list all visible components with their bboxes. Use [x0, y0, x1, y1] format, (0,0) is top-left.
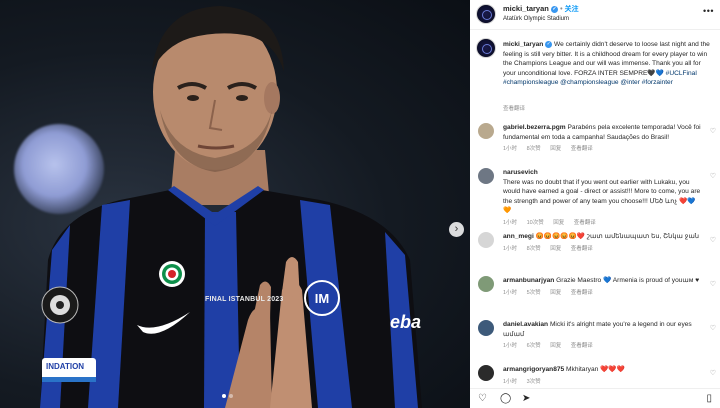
caption-avatar[interactable]	[476, 38, 496, 58]
commenter-username[interactable]: armangrigoryan875	[503, 366, 564, 373]
comment-reply-button[interactable]: 回复	[550, 246, 561, 252]
comment-icon[interactable]: ◯	[500, 393, 511, 404]
kit-final-text: FINAL ISTANBUL 2023	[205, 296, 284, 303]
comment-reply-button[interactable]: 回复	[550, 290, 561, 296]
comment-meta: 1小时 5次赞 回复 查看翻译	[503, 289, 703, 299]
comment-body: gabriel.bezerra.pgm Parabéns pela excele…	[503, 123, 703, 155]
comment-emoji: 💙	[603, 277, 612, 284]
pagination-dot-active	[222, 394, 226, 398]
follow-button[interactable]: 关注	[565, 6, 579, 13]
sponsor-text: eba	[390, 312, 422, 332]
comment-time: 1小时	[503, 289, 518, 296]
commenter-username[interactable]: armanbunarjyan	[503, 277, 554, 284]
comment-text: Grazie Maestro	[556, 277, 602, 284]
comment-meta: 1小时 10次赞 回复 查看翻译	[503, 219, 703, 229]
commenter-username[interactable]: ann_megi	[503, 233, 534, 240]
post-photo[interactable]: IM FINAL ISTANBUL 2023 eba INDATION ›	[0, 0, 470, 408]
comment-body: narusevich There was no doubt that if yo…	[503, 168, 703, 229]
comment-reply-button[interactable]: 回复	[550, 343, 561, 349]
author-avatar[interactable]	[476, 4, 496, 24]
comment-like-heart-icon[interactable]: ♡	[710, 172, 716, 180]
commenter-username[interactable]: narusevich	[503, 169, 538, 176]
commenter-avatar[interactable]	[478, 168, 494, 184]
caption-emoji: 🖤💙	[647, 69, 664, 77]
comment-text: There was no doubt that if you went out …	[503, 178, 701, 205]
post-header: micki_taryan ✓ • 关注 Atatürk Olympic Stad…	[470, 0, 720, 30]
comment-text-2: Armenia is proud of youաм	[612, 277, 694, 284]
commenter-avatar[interactable]	[478, 123, 494, 139]
comment-likes[interactable]: 3次赞	[527, 379, 541, 385]
photo-pagination-dots	[222, 394, 233, 398]
pagination-dot	[229, 394, 233, 398]
svg-text:IM: IM	[315, 291, 329, 306]
commenter-avatar[interactable]	[478, 365, 494, 381]
comment-text: 😡😡😡😡😡❤️ շատ ամենապատ ես, Շնկա ջան	[535, 233, 700, 240]
comment-like-heart-icon[interactable]: ♡	[710, 369, 716, 377]
comment-text-line: There was no doubt that if you went out …	[503, 178, 703, 216]
bookmark-icon[interactable]: ▯	[706, 393, 712, 404]
comment-emoji: ❤️❤️❤️	[600, 366, 625, 373]
comment-translate-link[interactable]: 查看翻译	[571, 343, 593, 349]
comment-meta: 1小时 8次赞 回复 查看翻译	[503, 245, 703, 255]
commenter-avatar[interactable]	[478, 276, 494, 292]
author-username[interactable]: micki_taryan	[503, 4, 549, 13]
comment-translate-link[interactable]: 查看翻译	[571, 246, 593, 252]
post-location[interactable]: Atatürk Olympic Stadium	[503, 16, 569, 22]
comment-likes[interactable]: 6次赞	[527, 343, 541, 349]
player-illustration: IM	[40, 6, 422, 408]
comment-translate-link[interactable]: 查看翻译	[571, 146, 593, 152]
comment-likes[interactable]: 8次赞	[527, 146, 541, 152]
comment-meta: 1小时 8次赞 回复 查看翻译	[503, 145, 703, 155]
next-photo-button[interactable]: ›	[449, 222, 464, 237]
comment-like-heart-icon[interactable]: ♡	[710, 236, 716, 244]
comment-body: armangrigoryan875 Mkhitaryan ❤️❤️❤️ 1小时 …	[503, 365, 703, 387]
comment-time: 1小时	[503, 245, 518, 252]
comment-reply-button[interactable]: 回复	[553, 220, 564, 226]
verified-badge-icon: ✓	[545, 40, 553, 48]
caption-username[interactable]: micki_taryan	[503, 41, 543, 48]
comment-body: armanbunarjyan Grazie Maestro 💙 Armenia …	[503, 276, 703, 298]
comment-meta: 1小时 3次赞	[503, 378, 703, 388]
comment-likes[interactable]: 5次赞	[527, 290, 541, 296]
comment-like-heart-icon[interactable]: ♡	[710, 280, 716, 288]
post-action-bar: ♡ ◯ ➤ ▯	[470, 388, 720, 408]
post-side-panel: micki_taryan ✓ • 关注 Atatürk Olympic Stad…	[470, 0, 720, 408]
comment-translate-link[interactable]: 查看翻译	[574, 220, 596, 226]
comment-time: 1小时	[503, 343, 518, 350]
comment-body: ann_megi 😡😡😡😡😡❤️ շատ ամենապատ ես, Շնկա ջ…	[503, 232, 703, 254]
comment-like-heart-icon[interactable]: ♡	[710, 127, 716, 135]
verified-badge-icon: ✓	[550, 5, 558, 13]
comment-translate-link[interactable]: 查看翻译	[571, 290, 593, 296]
heart-icon[interactable]: ♡	[478, 393, 487, 404]
comment-likes[interactable]: 10次赞	[527, 220, 544, 226]
comment-likes[interactable]: 8次赞	[527, 246, 541, 252]
comment-text: Mkhitaryan	[566, 366, 599, 373]
comment-like-heart-icon[interactable]: ♡	[710, 324, 716, 332]
more-options-icon[interactable]: •••	[703, 6, 714, 16]
share-icon[interactable]: ➤	[522, 393, 530, 404]
commenter-username[interactable]: gabriel.bezerra.pgm	[503, 124, 566, 131]
comment-emoji-2: ♥	[695, 277, 700, 284]
comment-time: 1小时	[503, 378, 518, 385]
caption-body: micki_taryan ✓ We certainly didn't deser…	[503, 40, 714, 88]
comment-time: 1小时	[503, 146, 518, 153]
separator-dot: •	[560, 6, 563, 13]
author-line: micki_taryan ✓ • 关注	[503, 4, 579, 14]
sleeve-patch-text: INDATION	[46, 362, 85, 371]
caption-translate-link[interactable]: 查看翻译	[503, 104, 525, 112]
comment-body: daniel.avakian Micki it's alright mate y…	[503, 320, 703, 352]
commenter-avatar[interactable]	[478, 320, 494, 336]
commenter-username[interactable]: daniel.avakian	[503, 321, 548, 328]
commenter-avatar[interactable]	[478, 232, 494, 248]
comment-time: 1小时	[503, 219, 518, 226]
comment-reply-button[interactable]: 回复	[550, 146, 561, 152]
comment-meta: 1小时 6次赞 回复 查看翻译	[503, 342, 703, 352]
